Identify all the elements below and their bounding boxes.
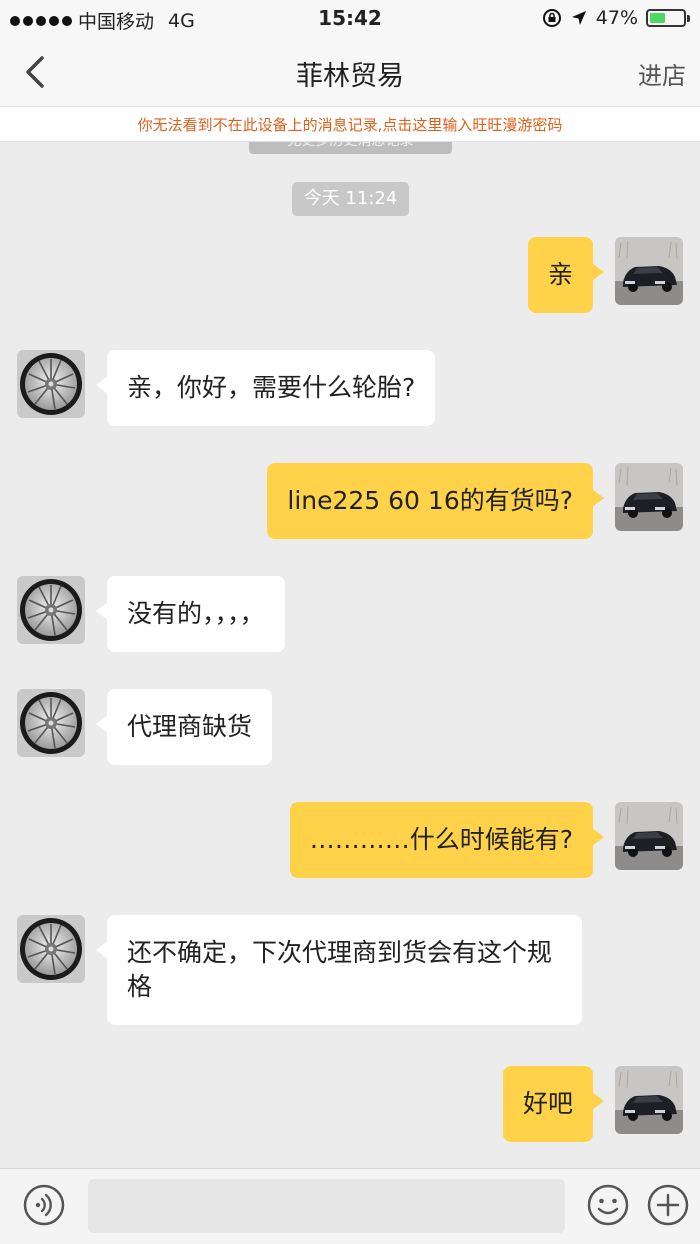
message-bubble-received[interactable]: 代理商缺货 (95, 689, 273, 765)
car-avatar-image (615, 463, 683, 531)
message-bubble-received[interactable]: 还不确定，下次代理商到货会有这个规格 (96, 915, 582, 1025)
plus-icon[interactable] (646, 1183, 690, 1227)
message-text: 代理商缺货 (127, 712, 253, 741)
wheel-avatar-image (17, 915, 85, 983)
rotation-lock-icon (542, 9, 561, 27)
message-bubble-sent[interactable]: 好吧 (502, 1066, 605, 1142)
my-avatar[interactable] (615, 1066, 683, 1134)
status-right: 47% (542, 7, 690, 29)
my-avatar[interactable] (615, 802, 683, 870)
input-bar (0, 1168, 700, 1244)
message-bubble-received[interactable]: 没有的，，，， (96, 576, 285, 652)
seller-avatar[interactable] (17, 689, 85, 757)
car-avatar-image (615, 802, 683, 870)
nav-bar: 菲林贸易 进店 (0, 40, 700, 106)
enter-store-button[interactable]: 进店 (638, 56, 686, 91)
seller-avatar[interactable] (17, 576, 85, 644)
battery-percent: 47% (595, 7, 638, 29)
message-text: 好吧 (522, 1089, 573, 1118)
roaming-password-notice[interactable]: 你无法看到不在此设备上的消息记录,点击这里输入旺旺漫游密码 (0, 106, 700, 142)
car-avatar-image (615, 237, 683, 305)
message-bubble-sent[interactable]: line225 60 16的有货吗? (267, 463, 604, 539)
my-avatar[interactable] (615, 237, 683, 305)
seller-avatar[interactable] (17, 350, 85, 418)
wheel-avatar-image (17, 576, 85, 644)
my-avatar[interactable] (615, 463, 683, 531)
message-input[interactable] (88, 1179, 565, 1233)
status-bar: 中国移动 4G 15:42 47% (0, 0, 700, 40)
voice-icon[interactable] (22, 1183, 66, 1227)
timestamp-pill: 今天 11:24 (292, 182, 409, 216)
history-hint: 无更多历史消息记录 (249, 142, 452, 154)
message-text: 没有的，，，， (127, 599, 265, 628)
message-list[interactable]: 无更多历史消息记录 今天 11:24 亲 (0, 142, 700, 1168)
seller-avatar[interactable] (17, 915, 85, 983)
emoji-icon[interactable] (586, 1183, 630, 1227)
car-avatar-image (615, 1066, 683, 1134)
page-title: 菲林贸易 (296, 61, 404, 92)
wheel-avatar-image (17, 689, 85, 757)
message-bubble-sent[interactable]: …………什么时候能有? (289, 802, 605, 878)
message-text: line225 60 16的有货吗? (287, 486, 573, 515)
message-text: 亲 (547, 260, 573, 289)
message-text: 亲，你好，需要什么轮胎? (127, 373, 416, 402)
battery-fill (650, 13, 666, 23)
message-bubble-sent[interactable]: 亲 (527, 237, 605, 313)
message-text: …………什么时候能有? (309, 825, 573, 854)
location-arrow-icon (571, 11, 586, 25)
wheel-avatar-image (17, 350, 85, 418)
message-text: 还不确定，下次代理商到货会有这个规格 (127, 938, 553, 1001)
message-bubble-received[interactable]: 亲，你好，需要什么轮胎? (95, 350, 436, 426)
battery-icon (646, 9, 690, 27)
